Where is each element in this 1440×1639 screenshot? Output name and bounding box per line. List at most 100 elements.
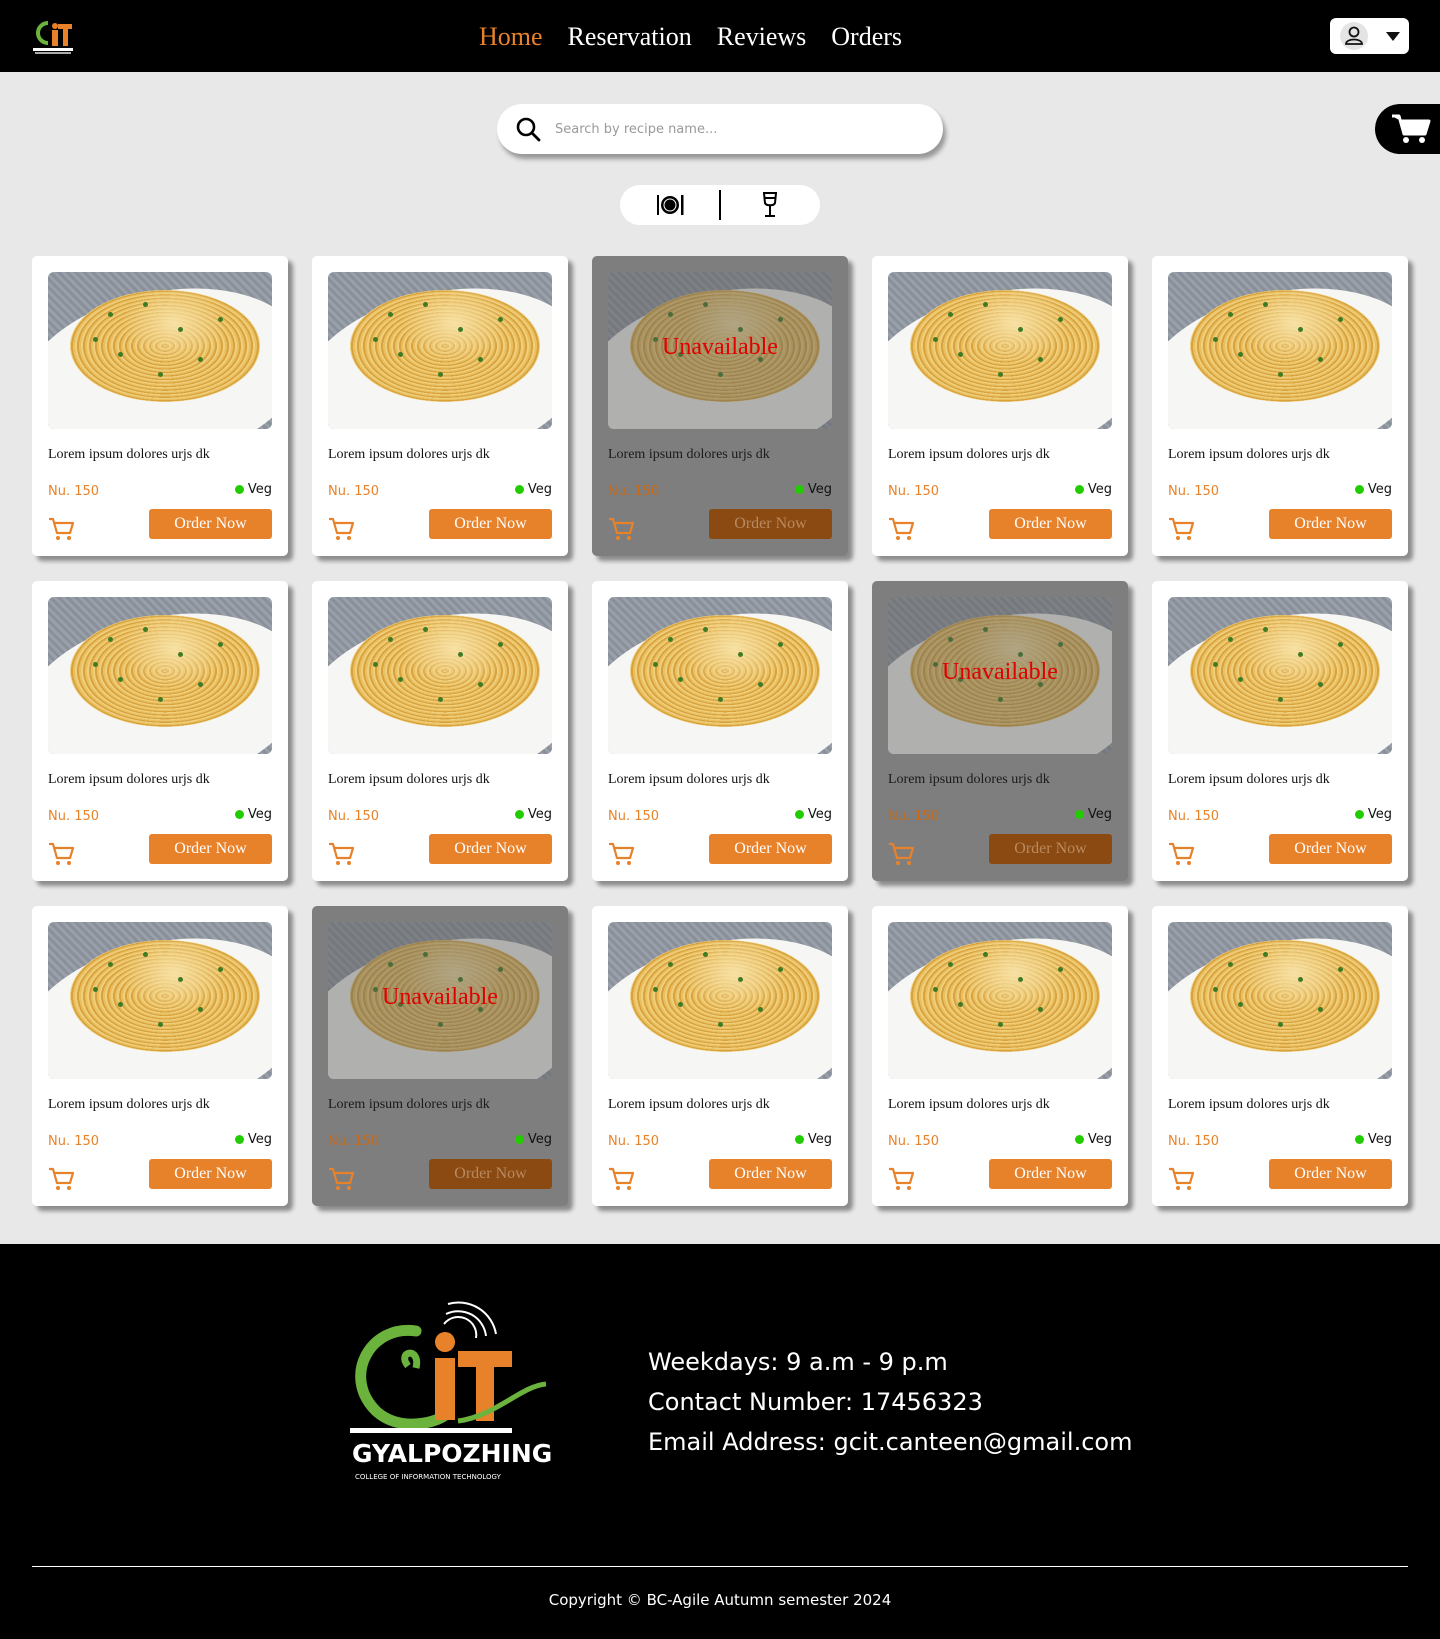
add-to-cart-icon[interactable] (608, 1166, 634, 1192)
add-to-cart-icon[interactable] (328, 1166, 354, 1192)
product-card[interactable]: Lorem ipsum dolores urjs dk Nu. 150 Veg … (32, 906, 288, 1206)
order-now-button[interactable]: Order Now (149, 1159, 272, 1189)
garnish (668, 637, 673, 642)
add-to-cart-icon[interactable] (888, 1166, 914, 1192)
add-to-cart-icon[interactable] (48, 1166, 74, 1192)
veg-dot-icon (1074, 810, 1084, 819)
garnish (1263, 302, 1268, 307)
add-to-cart-icon[interactable] (1168, 516, 1194, 542)
product-card[interactable]: Lorem ipsum dolores urjs dk Nu. 150 Veg … (1152, 906, 1408, 1206)
add-to-cart-icon[interactable] (48, 516, 74, 542)
diet-badge: Veg (1354, 482, 1392, 497)
plate-cutlery-icon[interactable] (655, 190, 685, 220)
garnish (778, 967, 783, 972)
product-card[interactable]: Lorem ipsum dolores urjs dk Nu. 150 Veg … (592, 581, 848, 881)
avatar (1340, 22, 1368, 50)
garnish (198, 1007, 203, 1012)
garnish (983, 302, 988, 307)
garnish (1338, 317, 1343, 322)
garnish (398, 352, 403, 357)
product-card[interactable]: Lorem ipsum dolores urjs dk Nu. 150 Veg … (32, 581, 288, 881)
garnish (678, 677, 683, 682)
gcit-logo[interactable] (30, 14, 76, 56)
garnish (1318, 357, 1323, 362)
diet-badge: Veg (1354, 807, 1392, 822)
food-image (888, 272, 1112, 429)
garnish (143, 627, 148, 632)
search-input[interactable] (555, 116, 915, 142)
diet-badge: Veg (514, 1132, 552, 1147)
diet-label: Veg (1087, 1132, 1112, 1147)
product-card[interactable]: Lorem ipsum dolores urjs dk Nu. 150 Veg … (872, 906, 1128, 1206)
product-card[interactable]: Lorem ipsum dolores urjs dk Nu. 150 Veg … (592, 906, 848, 1206)
product-card[interactable]: Lorem ipsum dolores urjs dk Nu. 150 Veg … (312, 256, 568, 556)
order-now-button[interactable]: Order Now (709, 1159, 832, 1189)
cart-button[interactable] (1375, 104, 1440, 154)
add-to-cart-icon[interactable] (1168, 841, 1194, 867)
garnish (738, 977, 743, 982)
order-now-button[interactable]: Order Now (149, 509, 272, 539)
add-to-cart-icon[interactable] (1168, 1166, 1194, 1192)
order-now-button[interactable]: Order Now (1269, 1159, 1392, 1189)
order-now-button[interactable]: Order Now (1269, 834, 1392, 864)
veg-dot-icon (794, 485, 804, 494)
order-now-button[interactable]: Order Now (989, 1159, 1112, 1189)
garnish (118, 352, 123, 357)
order-now-button[interactable]: Order Now (709, 834, 832, 864)
order-now-button[interactable]: Order Now (989, 834, 1112, 864)
product-card[interactable]: Lorem ipsum dolores urjs dk Nu. 150 Veg … (872, 256, 1128, 556)
diet-badge: Veg (1074, 482, 1112, 497)
add-to-cart-icon[interactable] (48, 841, 74, 867)
garnish (498, 317, 503, 322)
add-to-cart-icon[interactable] (328, 841, 354, 867)
product-card[interactable]: Lorem ipsum dolores urjs dk Nu. 150 Veg … (32, 256, 288, 556)
garnish (198, 682, 203, 687)
add-to-cart-icon[interactable] (888, 841, 914, 867)
nav-reviews[interactable]: Reviews (717, 20, 807, 54)
nav-orders[interactable]: Orders (831, 20, 902, 54)
product-card[interactable]: Unavailable Lorem ipsum dolores urjs dk … (872, 581, 1128, 881)
order-now-button[interactable]: Order Now (149, 834, 272, 864)
product-card[interactable]: Lorem ipsum dolores urjs dk Nu. 150 Veg … (1152, 581, 1408, 881)
add-to-cart-icon[interactable] (888, 516, 914, 542)
pasta (350, 290, 540, 402)
garnish (998, 1022, 1003, 1027)
product-card[interactable]: Lorem ipsum dolores urjs dk Nu. 150 Veg … (312, 581, 568, 881)
diet-badge: Veg (794, 1132, 832, 1147)
footer-logo-tagline: COLLEGE OF INFORMATION TECHNOLOGY (355, 1473, 502, 1481)
garnish (458, 652, 463, 657)
garnish (373, 662, 378, 667)
pasta (630, 940, 820, 1052)
product-card[interactable]: Lorem ipsum dolores urjs dk Nu. 150 Veg … (1152, 256, 1408, 556)
diet-label: Veg (1367, 1132, 1392, 1147)
add-to-cart-icon[interactable] (608, 841, 634, 867)
order-now-button[interactable]: Order Now (429, 834, 552, 864)
nav-home[interactable]: Home (479, 20, 543, 54)
contact-number: Contact Number: 17456323 (648, 1388, 983, 1416)
diet-badge: Veg (1074, 1132, 1112, 1147)
product-card[interactable]: Unavailable Lorem ipsum dolores urjs dk … (312, 906, 568, 1206)
caret-down-icon (1386, 32, 1400, 41)
user-menu-button[interactable] (1330, 18, 1409, 54)
order-now-button[interactable]: Order Now (429, 509, 552, 539)
product-price: Nu. 150 (608, 484, 660, 499)
food-image (608, 597, 832, 754)
order-now-button[interactable]: Order Now (989, 509, 1112, 539)
product-title: Lorem ipsum dolores urjs dk (328, 447, 490, 462)
order-now-button[interactable]: Order Now (709, 509, 832, 539)
garnish (668, 962, 673, 967)
wine-glass-icon[interactable] (755, 190, 785, 220)
garnish (653, 987, 658, 992)
add-to-cart-icon[interactable] (608, 516, 634, 542)
veg-dot-icon (1354, 810, 1364, 819)
order-now-button[interactable]: Order Now (429, 1159, 552, 1189)
product-price: Nu. 150 (328, 1134, 380, 1149)
search-icon[interactable] (515, 116, 541, 142)
search-bar (497, 104, 943, 154)
garnish (178, 652, 183, 657)
nav-reservation[interactable]: Reservation (568, 20, 692, 54)
product-price: Nu. 150 (48, 1134, 100, 1149)
add-to-cart-icon[interactable] (328, 516, 354, 542)
product-card[interactable]: Unavailable Lorem ipsum dolores urjs dk … (592, 256, 848, 556)
order-now-button[interactable]: Order Now (1269, 509, 1392, 539)
